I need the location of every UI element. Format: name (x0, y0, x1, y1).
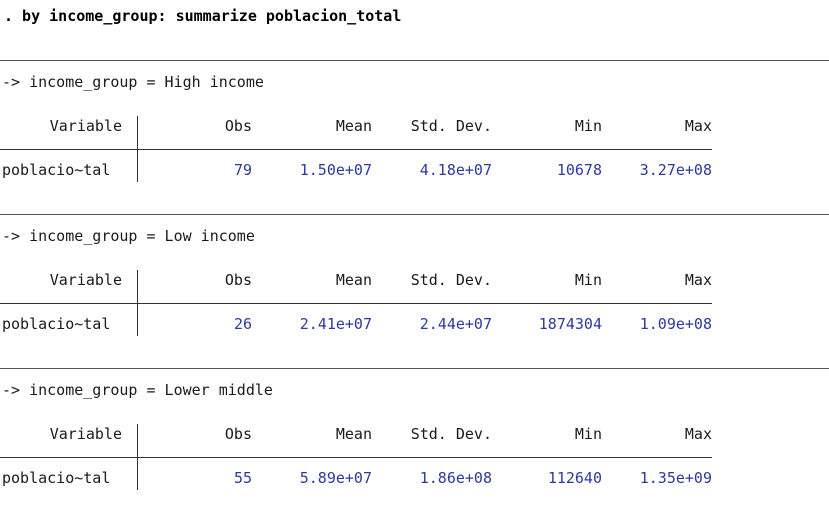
table-horizontal-divider (0, 303, 712, 304)
cell-min: 112640 (547, 469, 602, 487)
header-max: Max (684, 425, 712, 443)
command-line: . by income_group: summarize poblacion_t… (4, 7, 402, 25)
cell-max: 1.09e+08 (639, 315, 712, 333)
separator-line (0, 368, 829, 369)
summary-block-lower-middle: -> income_group = Lower middle Variable … (0, 368, 829, 522)
cell-min: 10678 (556, 161, 602, 179)
cell-max: 1.35e+09 (639, 469, 712, 487)
table-header-row: Variable Obs Mean Std. Dev. Min Max (0, 117, 712, 139)
table-row: poblacio~tal 26 2.41e+07 2.44e+07 187430… (0, 315, 712, 337)
cell-variable: poblacio~tal (2, 469, 111, 487)
table-header-row: Variable Obs Mean Std. Dev. Min Max (0, 271, 712, 293)
header-obs: Obs (224, 271, 252, 289)
cell-std-dev: 4.18e+07 (419, 161, 492, 179)
cell-variable: poblacio~tal (2, 161, 111, 179)
header-obs: Obs (224, 425, 252, 443)
table-horizontal-divider (0, 457, 712, 458)
summary-block-low-income: -> income_group = Low income Variable Ob… (0, 214, 829, 368)
cell-std-dev: 1.86e+08 (419, 469, 492, 487)
summary-block-high-income: -> income_group = High income Variable O… (0, 60, 829, 214)
cell-max: 3.27e+08 (639, 161, 712, 179)
header-variable: Variable (49, 425, 122, 443)
header-std-dev: Std. Dev. (410, 271, 492, 289)
header-std-dev: Std. Dev. (410, 425, 492, 443)
header-variable: Variable (49, 271, 122, 289)
table-header-row: Variable Obs Mean Std. Dev. Min Max (0, 425, 712, 447)
group-header: -> income_group = Low income (2, 227, 255, 245)
header-min: Min (574, 425, 602, 443)
cell-obs: 26 (233, 315, 252, 333)
table-horizontal-divider (0, 149, 712, 150)
cell-min: 1874304 (538, 315, 602, 333)
table-row: poblacio~tal 55 5.89e+07 1.86e+08 112640… (0, 469, 712, 491)
header-mean: Mean (335, 425, 372, 443)
header-variable: Variable (49, 117, 122, 135)
separator-line (0, 214, 829, 215)
cell-obs: 55 (233, 469, 252, 487)
cell-obs: 79 (233, 161, 252, 179)
header-mean: Mean (335, 271, 372, 289)
header-std-dev: Std. Dev. (410, 117, 492, 135)
header-max: Max (684, 117, 712, 135)
header-obs: Obs (224, 117, 252, 135)
cell-mean: 1.50e+07 (299, 161, 372, 179)
cell-mean: 2.41e+07 (299, 315, 372, 333)
group-header: -> income_group = High income (2, 73, 264, 91)
header-min: Min (574, 117, 602, 135)
header-max: Max (684, 271, 712, 289)
header-min: Min (574, 271, 602, 289)
group-header: -> income_group = Lower middle (2, 381, 273, 399)
cell-std-dev: 2.44e+07 (419, 315, 492, 333)
header-mean: Mean (335, 117, 372, 135)
table-row: poblacio~tal 79 1.50e+07 4.18e+07 10678 … (0, 161, 712, 183)
cell-mean: 5.89e+07 (299, 469, 372, 487)
cell-variable: poblacio~tal (2, 315, 111, 333)
separator-line (0, 60, 829, 61)
